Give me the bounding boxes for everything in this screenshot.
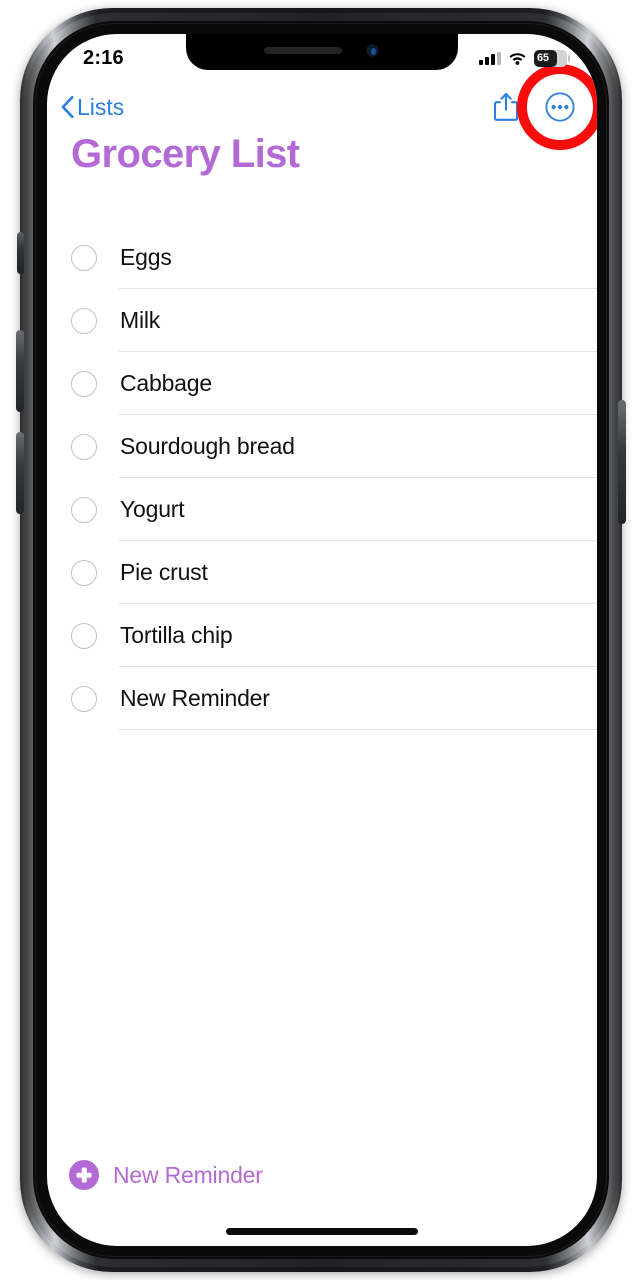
- reminder-label: Sourdough bread: [120, 433, 295, 459]
- reminder-label: Cabbage: [120, 370, 212, 396]
- row-divider: [119, 729, 597, 730]
- reminder-checkbox[interactable]: [71, 685, 97, 712]
- volume-up-button[interactable]: [16, 330, 24, 412]
- reminders-list: Eggs Milk Cabbage Sourdough bread Yogurt…: [47, 226, 597, 730]
- navigation-bar: Lists: [47, 64, 597, 150]
- back-button-label: Lists: [77, 93, 125, 120]
- status-indicators: 65: [479, 49, 570, 67]
- reminder-checkbox[interactable]: [71, 559, 97, 586]
- list-item[interactable]: New Reminder: [47, 667, 597, 730]
- power-button[interactable]: [618, 400, 626, 524]
- home-indicator[interactable]: [226, 1228, 418, 1235]
- cellular-signal-icon: [479, 51, 501, 65]
- reminder-label: Pie crust: [120, 559, 208, 585]
- new-reminder-button[interactable]: New Reminder: [69, 1160, 263, 1190]
- reminder-label: Eggs: [120, 244, 172, 270]
- new-reminder-label: New Reminder: [113, 1161, 263, 1188]
- phone-screen: 2:16 65 Lists Grocery List Eggs Milk Cab…: [47, 34, 597, 1246]
- battery-level-label: 65: [537, 51, 549, 64]
- chevron-left-icon: [61, 96, 74, 118]
- reminder-label: Milk: [120, 307, 161, 333]
- list-item[interactable]: Yogurt: [47, 478, 597, 541]
- list-item[interactable]: Sourdough bread: [47, 415, 597, 478]
- nav-actions: [493, 64, 597, 150]
- battery-icon: 65: [534, 49, 570, 67]
- volume-down-button[interactable]: [16, 432, 24, 514]
- list-item[interactable]: Milk: [47, 289, 597, 352]
- list-item[interactable]: Cabbage: [47, 352, 597, 415]
- page-title: Grocery List: [71, 132, 300, 176]
- reminder-label: Tortilla chip: [120, 622, 233, 648]
- plus-circle-icon: [69, 1160, 99, 1190]
- screenshot-root: 2:16 65 Lists Grocery List Eggs Milk Cab…: [0, 0, 642, 1280]
- reminder-label: Yogurt: [120, 496, 185, 522]
- share-icon[interactable]: [493, 92, 519, 122]
- list-item[interactable]: Pie crust: [47, 541, 597, 604]
- reminder-checkbox[interactable]: [71, 307, 97, 334]
- wifi-icon: [508, 51, 527, 65]
- more-ellipsis-button[interactable]: [517, 64, 597, 150]
- reminder-checkbox[interactable]: [71, 433, 97, 460]
- mute-switch-button[interactable]: [17, 232, 24, 274]
- earpiece-speaker-icon: [264, 47, 342, 54]
- front-camera-icon: [366, 44, 379, 57]
- display-notch: [186, 34, 458, 70]
- reminder-checkbox[interactable]: [71, 622, 97, 649]
- list-item[interactable]: Eggs: [47, 226, 597, 289]
- reminder-label: New Reminder: [120, 685, 270, 711]
- reminder-checkbox[interactable]: [71, 370, 97, 397]
- reminder-checkbox[interactable]: [71, 244, 97, 271]
- battery-cap: [568, 54, 570, 62]
- reminder-checkbox[interactable]: [71, 496, 97, 523]
- status-time: 2:16: [83, 46, 124, 69]
- back-to-lists-button[interactable]: Lists: [61, 94, 124, 121]
- list-item[interactable]: Tortilla chip: [47, 604, 597, 667]
